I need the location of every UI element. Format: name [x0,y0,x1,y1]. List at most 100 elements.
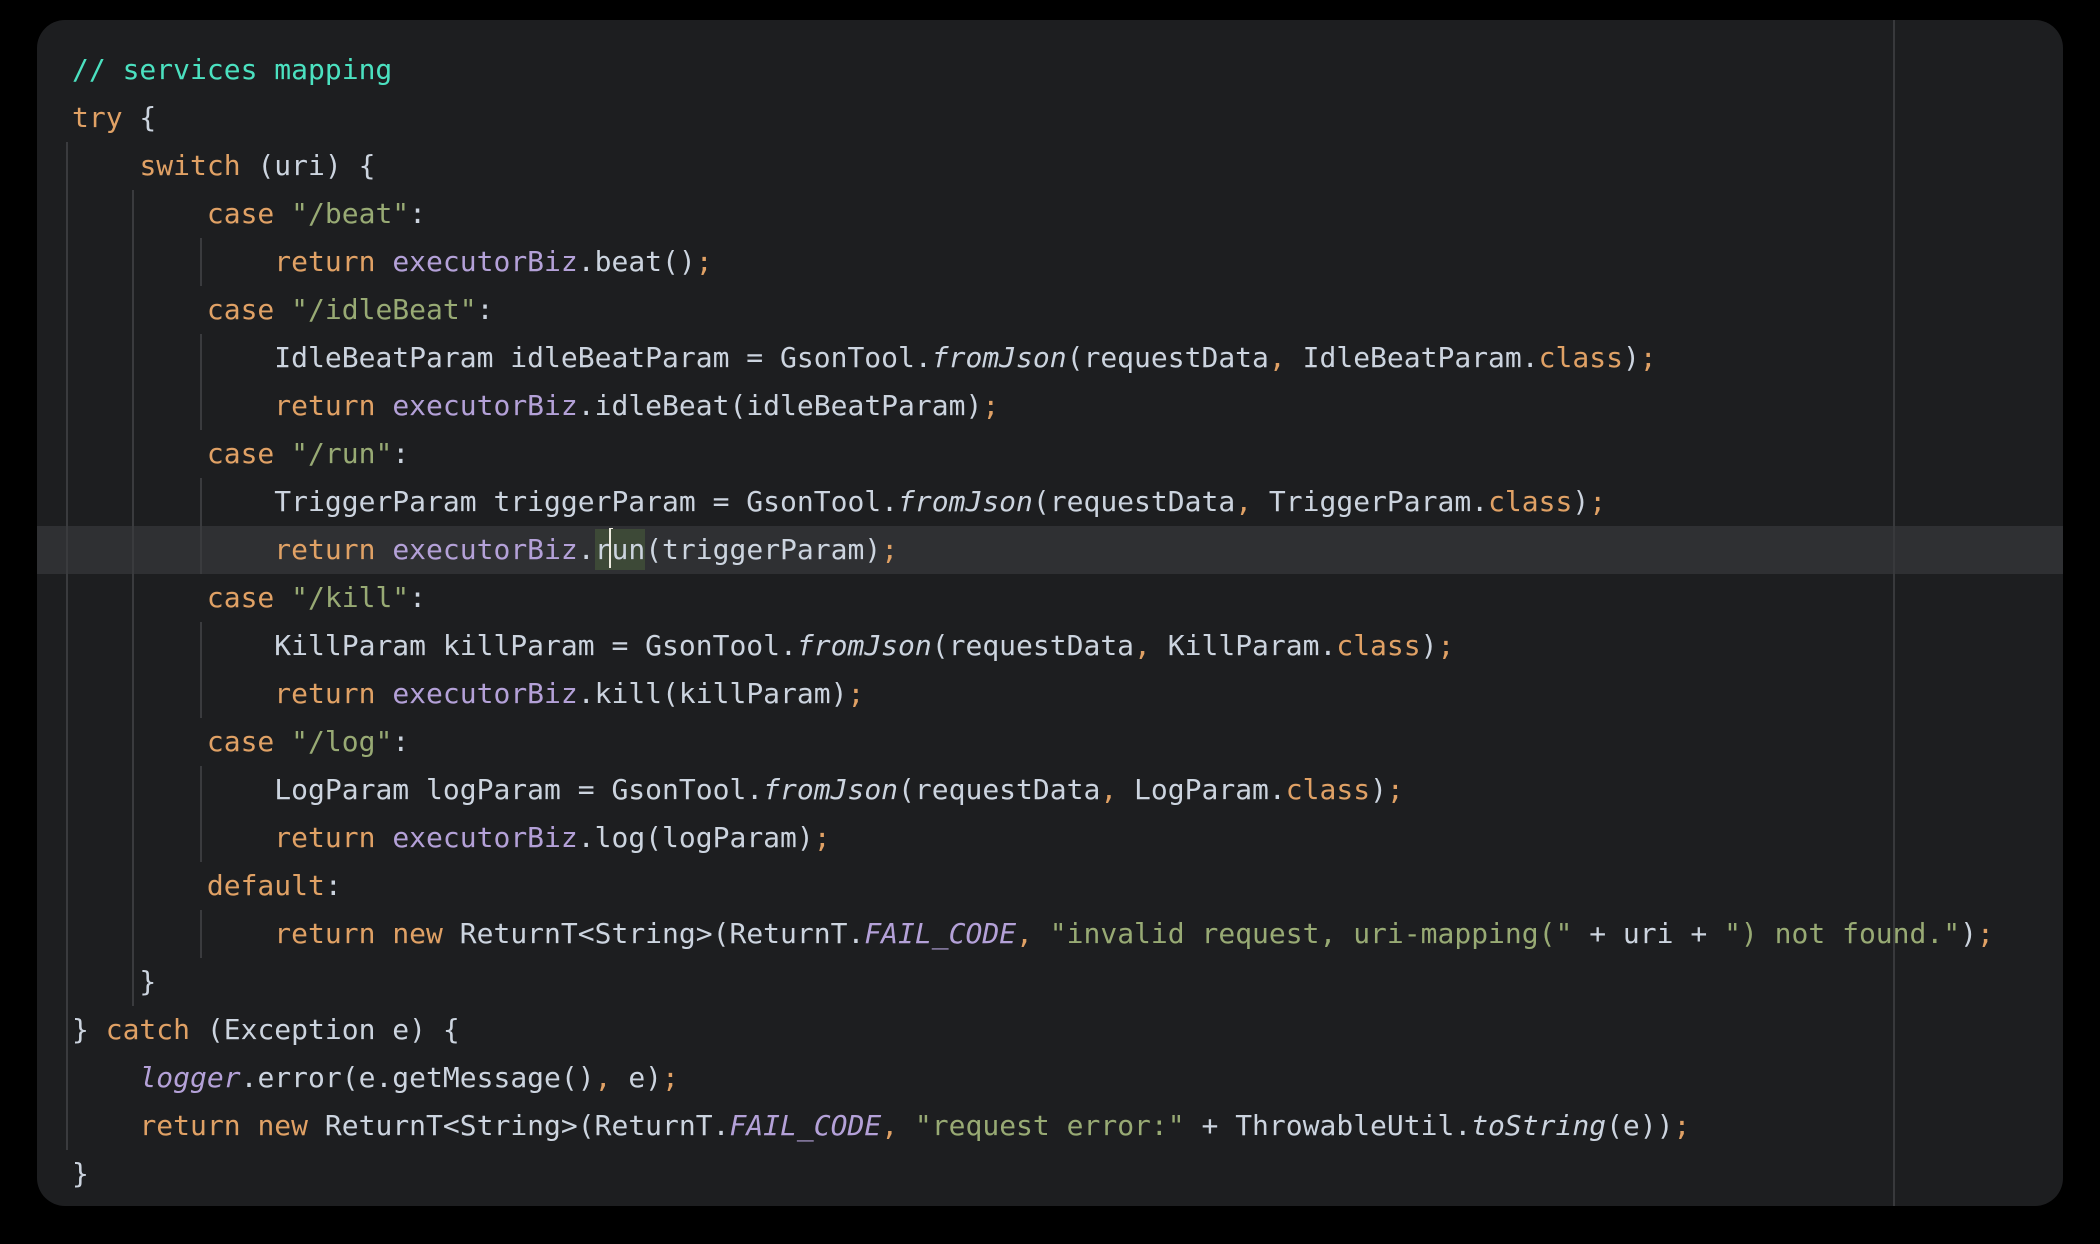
code-token [72,485,274,518]
code-token [274,197,291,230]
code-line-4[interactable]: case "/beat": [72,190,2063,238]
code-line-10[interactable]: TriggerParam triggerParam = GsonTool.fro… [72,478,2063,526]
code-token: class [1488,485,1572,518]
code-line-11[interactable]: return executorBiz.run(triggerParam); [72,526,2063,574]
code-line-17[interactable]: return executorBiz.log(logParam); [72,814,2063,862]
code-token: ReturnT<String>(ReturnT. [443,917,864,950]
code-line-2[interactable]: try { [72,94,2063,142]
code-token [72,437,207,470]
code-token: ") not found." [1724,917,1960,950]
code-area[interactable]: // services mappingtry { switch (uri) { … [37,20,2063,1206]
code-token: try [72,101,123,134]
code-token: ; [696,245,713,278]
code-token: ; [881,533,898,566]
code-token: "request error:" [915,1109,1185,1142]
code-editor-panel[interactable]: // services mappingtry { switch (uri) { … [37,20,2063,1206]
code-token: (triggerParam) [645,533,881,566]
code-token [375,917,392,950]
code-token: class [1286,773,1370,806]
code-token: , [1100,773,1117,806]
code-token [898,1109,915,1142]
code-token: .idleBeat(idleBeatParam) [578,389,983,422]
code-token [72,629,274,662]
code-line-20[interactable]: } [72,958,2063,1006]
code-line-5[interactable]: return executorBiz.beat(); [72,238,2063,286]
code-token: new [257,1109,308,1142]
code-line-23[interactable]: return new ReturnT<String>(ReturnT.FAIL_… [72,1102,2063,1150]
code-token: ; [1977,917,1994,950]
code-token [72,197,207,230]
code-token: .beat() [578,245,696,278]
code-token: .log(logParam) [578,821,814,854]
code-token [274,725,291,758]
code-token [72,293,207,326]
code-token: .error(e.getMessage() [241,1061,595,1094]
code-line-15[interactable]: case "/log": [72,718,2063,766]
code-token: (e)) [1606,1109,1673,1142]
code-line-1[interactable]: // services mapping [72,46,2063,94]
code-token: (requestData [898,773,1100,806]
code-token [1033,917,1050,950]
code-line-9[interactable]: case "/run": [72,430,2063,478]
code-line-19[interactable]: return new ReturnT<String>(ReturnT.FAIL_… [72,910,2063,958]
code-line-22[interactable]: logger.error(e.getMessage(), e); [72,1054,2063,1102]
code-token: case [207,293,274,326]
code-token [274,293,291,326]
code-token: ; [847,677,864,710]
code-token: } [72,1157,89,1190]
code-token: , [881,1109,898,1142]
code-token: KillParam killParam = GsonTool. [274,629,797,662]
code-token: executorBiz [392,389,577,422]
code-token: (requestData [1067,341,1269,374]
code-token: KillParam. [1151,629,1336,662]
code-token [72,677,274,710]
code-token: logger [139,1061,240,1094]
code-token: ) [1421,629,1438,662]
code-token [72,581,207,614]
code-token: executorBiz [392,677,577,710]
code-token: FAIL_CODE [729,1109,881,1142]
code-token: "/log" [291,725,392,758]
code-line-7[interactable]: IdleBeatParam idleBeatParam = GsonTool.f… [72,334,2063,382]
code-line-21[interactable]: } catch (Exception e) { [72,1006,2063,1054]
code-token: toString [1471,1109,1606,1142]
code-line-13[interactable]: KillParam killParam = GsonTool.fromJson(… [72,622,2063,670]
code-token: executorBiz [392,533,577,566]
code-token: IdleBeatParam. [1286,341,1539,374]
code-token: LogParam logParam = GsonTool. [274,773,763,806]
code-token: , [1016,917,1033,950]
code-token: case [207,581,274,614]
code-token: { [123,101,157,134]
code-line-8[interactable]: return executorBiz.idleBeat(idleBeatPara… [72,382,2063,430]
code-token: } [72,1013,106,1046]
code-token: : [392,725,409,758]
code-token [375,389,392,422]
code-line-3[interactable]: switch (uri) { [72,142,2063,190]
code-token: catch [106,1013,190,1046]
code-token: class [1539,341,1623,374]
code-token: (uri) { [241,149,376,182]
code-token [72,149,139,182]
code-token: ) [1623,341,1640,374]
code-token: . [578,533,595,566]
code-token: ; [1438,629,1455,662]
code-token: + ThrowableUtil. [1185,1109,1472,1142]
code-token: "invalid request, uri-mapping(" [1050,917,1573,950]
code-line-14[interactable]: return executorBiz.kill(killParam); [72,670,2063,718]
code-token: , [1134,629,1151,662]
code-token: ) [1960,917,1977,950]
code-line-24[interactable]: } [72,1150,2063,1198]
code-token: TriggerParam triggerParam = GsonTool. [274,485,898,518]
code-line-6[interactable]: case "/idleBeat": [72,286,2063,334]
code-token: ; [1640,341,1657,374]
code-token [274,437,291,470]
code-token: return [274,821,375,854]
code-line-12[interactable]: case "/kill": [72,574,2063,622]
code-token: case [207,197,274,230]
code-token [72,1061,139,1094]
code-line-16[interactable]: LogParam logParam = GsonTool.fromJson(re… [72,766,2063,814]
code-line-18[interactable]: default: [72,862,2063,910]
code-token: "/idleBeat" [291,293,476,326]
code-token: , [1235,485,1252,518]
code-token [72,725,207,758]
